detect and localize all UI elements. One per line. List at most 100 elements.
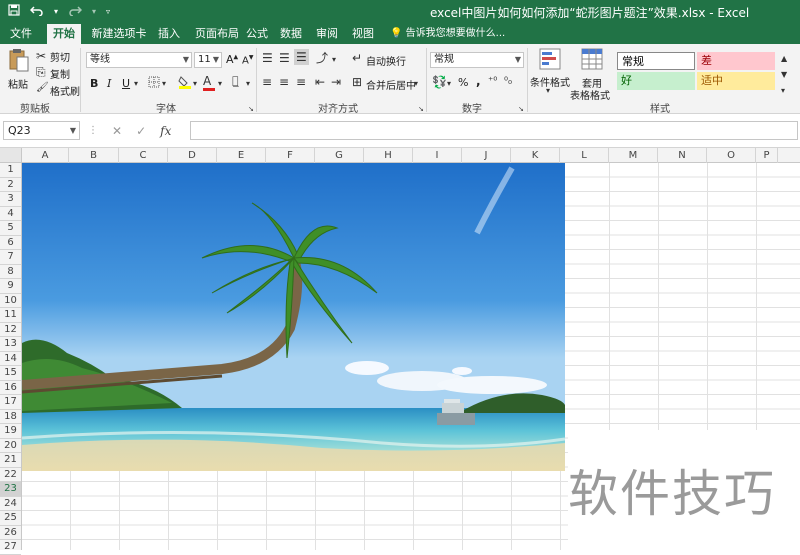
row-header-14[interactable]: 14 [0, 352, 21, 366]
tab-review[interactable]: 审阅 [310, 24, 344, 44]
row-header-27[interactable]: 27 [0, 540, 21, 555]
column-header-p[interactable]: P [756, 148, 778, 163]
increase-decimal-icon[interactable]: ⁺⁰ [488, 75, 497, 89]
row-header-12[interactable]: 12 [0, 323, 21, 337]
column-header-f[interactable]: F [266, 148, 315, 163]
font-size-select[interactable]: 11 ▼ [194, 52, 222, 68]
shrink-font-button[interactable]: A▼ [242, 54, 253, 66]
tab-formulas[interactable]: 公式 [240, 24, 274, 44]
column-header-m[interactable]: M [609, 148, 658, 163]
percent-button[interactable]: % [458, 76, 468, 89]
row-header-6[interactable]: 6 [0, 236, 21, 250]
name-box[interactable]: Q23 ▼ [3, 121, 80, 140]
column-header-h[interactable]: H [364, 148, 413, 163]
undo-dropdown-icon[interactable]: ▾ [54, 3, 58, 21]
row-header-8[interactable]: 8 [0, 265, 21, 279]
decrease-decimal-icon[interactable]: ⁰₀ [504, 75, 512, 89]
formula-input[interactable] [190, 121, 798, 140]
row-header-11[interactable]: 11 [0, 308, 21, 323]
scroll-up-icon[interactable]: ▲ [781, 52, 787, 66]
chevron-down-icon[interactable]: ▾ [134, 77, 138, 91]
chevron-down-icon[interactable]: ▾ [414, 77, 418, 91]
column-header-o[interactable]: O [707, 148, 756, 163]
inserted-picture[interactable] [22, 163, 565, 471]
more-styles-icon[interactable]: ▾ [781, 84, 785, 98]
row-header-19[interactable]: 19 [0, 424, 21, 439]
row-header-3[interactable]: 3 [0, 192, 21, 207]
align-left-icon[interactable]: ≡ [262, 75, 272, 89]
format-as-table-button[interactable]: 套用 表格格式 [570, 48, 614, 102]
row-header-18[interactable]: 18 [0, 410, 21, 424]
comma-button[interactable]: , [476, 74, 481, 88]
column-header-l[interactable]: L [560, 148, 609, 163]
column-header-a[interactable]: A [22, 148, 69, 163]
tab-home[interactable]: 开始 [47, 24, 81, 44]
row-header-23[interactable]: 23 [0, 482, 21, 497]
row-header-15[interactable]: 15 [0, 366, 21, 381]
customize-qat-icon[interactable]: ▿ [106, 3, 110, 21]
chevron-down-icon[interactable]: ▾ [193, 77, 197, 91]
wrap-text-button[interactable]: 自动换行 [366, 53, 406, 68]
enter-icon[interactable]: ✓ [136, 124, 146, 138]
borders-icon[interactable] [148, 76, 160, 91]
tab-file[interactable]: 文件 [4, 24, 38, 44]
align-center-icon[interactable]: ≡ [279, 75, 289, 89]
cut-icon[interactable]: ✂ [36, 49, 46, 63]
row-header-5[interactable]: 5 [0, 221, 21, 236]
conditional-formatting-button[interactable]: 条件格式 ▾ [530, 48, 570, 96]
fill-color-icon[interactable] [178, 75, 192, 92]
column-header-d[interactable]: D [168, 148, 217, 163]
undo-icon[interactable] [29, 3, 44, 21]
tab-view[interactable]: 视图 [346, 24, 380, 44]
underline-button[interactable]: U [122, 77, 130, 90]
italic-button[interactable]: I [107, 77, 111, 90]
column-header-i[interactable]: I [413, 148, 462, 163]
tell-me-box[interactable]: 💡 告诉我您想要做什么... [390, 24, 505, 44]
cancel-icon[interactable]: ✕ [112, 124, 122, 138]
merge-center-button[interactable]: 合并后居中 [366, 77, 416, 92]
redo-dropdown-icon[interactable]: ▾ [92, 3, 96, 21]
align-top-icon[interactable]: ☰ [262, 51, 273, 65]
column-header-k[interactable]: K [511, 148, 560, 163]
chevron-down-icon[interactable]: ▾ [246, 77, 250, 91]
row-header-10[interactable]: 10 [0, 294, 21, 308]
chevron-down-icon[interactable]: ▾ [332, 53, 336, 67]
decrease-indent-icon[interactable]: ⇤ [315, 75, 325, 89]
orientation-icon[interactable]: ⤴ [316, 51, 328, 65]
row-header-1[interactable]: 1 [0, 163, 21, 178]
style-bad[interactable]: 差 [697, 52, 775, 70]
row-header-24[interactable]: 24 [0, 497, 21, 511]
scroll-down-icon[interactable]: ▼ [781, 68, 787, 82]
accounting-format-icon[interactable]: 💱 [432, 75, 447, 89]
row-header-4[interactable]: 4 [0, 207, 21, 221]
tab-new-tab[interactable]: 新建选项卡 [86, 24, 152, 44]
save-icon[interactable] [8, 3, 20, 21]
wrap-text-icon[interactable]: ↵ [352, 51, 362, 65]
font-name-select[interactable]: 等线 ▼ [86, 52, 192, 68]
copy-icon[interactable]: ⎘ [36, 65, 46, 79]
row-header-25[interactable]: 25 [0, 511, 21, 526]
merge-center-icon[interactable]: ⊞ [352, 75, 362, 89]
row-header-21[interactable]: 21 [0, 453, 21, 468]
row-header-9[interactable]: 9 [0, 279, 21, 294]
tab-page-layout[interactable]: 页面布局 [188, 24, 246, 44]
column-header-e[interactable]: E [217, 148, 266, 163]
row-header-17[interactable]: 17 [0, 395, 21, 410]
cut-button[interactable]: 剪切 [50, 49, 70, 64]
format-painter-button[interactable]: 格式刷 [50, 83, 80, 98]
align-bottom-icon[interactable]: ☰ [294, 49, 309, 65]
insert-function-icon[interactable]: fx [160, 124, 171, 138]
column-header-j[interactable]: J [462, 148, 511, 163]
chevron-down-icon[interactable]: ▾ [162, 77, 166, 91]
chevron-down-icon[interactable]: ▾ [447, 77, 451, 91]
row-header-13[interactable]: 13 [0, 337, 21, 352]
grow-font-button[interactable]: A▲ [226, 53, 238, 66]
align-right-icon[interactable]: ≡ [296, 75, 306, 89]
number-format-select[interactable]: 常规 ▼ [430, 52, 524, 68]
row-header-20[interactable]: 20 [0, 439, 21, 453]
font-color-icon[interactable]: A [203, 74, 215, 91]
bold-button[interactable]: B [90, 77, 98, 90]
row-header-22[interactable]: 22 [0, 468, 21, 482]
style-normal[interactable]: 常规 [617, 52, 695, 70]
column-header-b[interactable]: B [69, 148, 119, 163]
